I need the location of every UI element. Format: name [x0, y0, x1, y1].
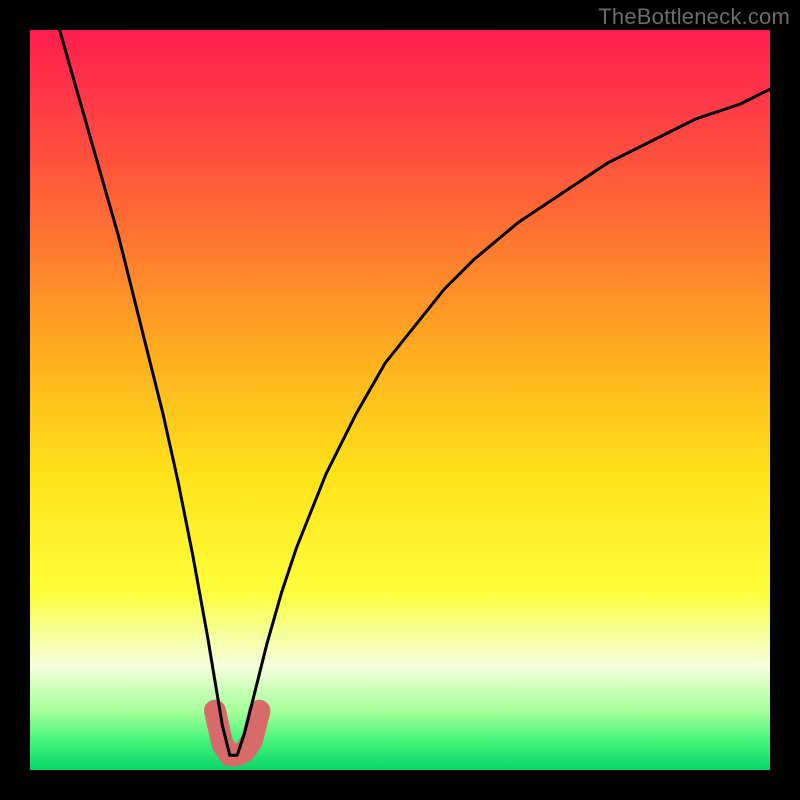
chart-svg	[30, 30, 770, 770]
chart-background	[30, 30, 770, 770]
watermark-text: TheBottleneck.com	[598, 4, 790, 30]
chart-plot-area	[30, 30, 770, 770]
chart-frame: TheBottleneck.com	[0, 0, 800, 800]
